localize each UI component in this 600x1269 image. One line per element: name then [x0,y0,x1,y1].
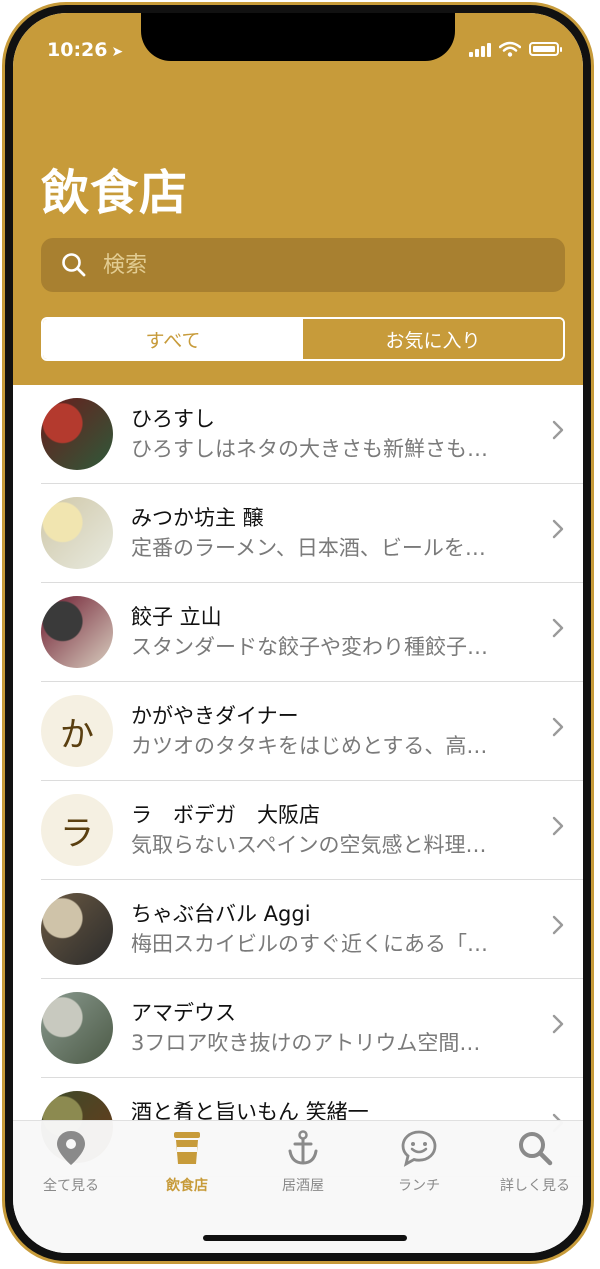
restaurant-name: アマデウス [131,1001,236,1025]
chevron-right-icon [552,420,564,440]
tab-lunch-label: ランチ [398,1178,440,1194]
tab-lunch[interactable]: ランチ [361,1129,477,1195]
header: 10:26 ➤ 飲食店 検索 すべて お気に入り [13,13,583,385]
list-item[interactable]: みつか坊主 醸定番のラーメン、日本酒、ビールを… [41,484,583,583]
tab-all-label: 全て見る [43,1178,99,1194]
wifi-icon [499,41,521,57]
segment-favorites[interactable]: お気に入り [303,319,563,359]
page-title: 飲食店 [41,165,189,221]
battery-icon [529,42,562,56]
search-icon [62,253,86,277]
search-icon [519,1132,553,1166]
avatar [41,893,113,965]
restaurant-name: みつか坊主 醸 [131,506,264,530]
avatar [41,398,113,470]
restaurant-description: スタンダードな餃子や変わり種餃子… [131,635,488,659]
avatar [41,992,113,1064]
restaurant-name: かがやきダイナー [131,704,299,728]
list-item[interactable]: ララ ボデガ 大阪店気取らないスペインの空気感と料理… [41,781,583,880]
list-item[interactable]: 餃子 立山スタンダードな餃子や変わり種餃子… [41,583,583,682]
search-bar[interactable] [41,238,565,292]
chevron-right-icon [552,915,564,935]
restaurant-description: 梅田スカイビルのすぐ近くにある「… [131,932,488,956]
avatar: ラ [41,794,113,866]
phone-frame: 10:26 ➤ 飲食店 検索 すべて お気に入り ひろすし ひろすしはネタの大き… [2,2,594,1264]
restaurant-name: 餃子 立山 [131,605,222,629]
signal-icon [469,41,491,57]
tab-restaurants[interactable]: 飲食店 [129,1129,245,1195]
avatar [41,497,113,569]
segment-all[interactable]: すべて [43,319,303,359]
restaurant-name: ちゃぶ台バル Aggi [131,902,311,926]
restaurant-description: 定番のラーメン、日本酒、ビールを… [131,536,486,560]
chevron-right-icon [552,717,564,737]
cup-icon [174,1132,200,1164]
status-icons [469,41,562,57]
avatar: か [41,695,113,767]
status-time: 10:26 ➤ [47,39,123,61]
restaurant-list: ひろすし ひろすしはネタの大きさも新鮮さも… みつか坊主 醸定番のラーメン、日本酒、… [13,385,583,1177]
list-item[interactable]: ちゃぶ台バル Aggi 梅田スカイビルのすぐ近くにある「… [41,880,583,979]
notch [141,13,455,61]
tab-bar: 全て見る 飲食店 居酒屋 ランチ 詳しく見る [13,1120,583,1253]
search-input[interactable] [101,251,525,279]
location-arrow-icon: ➤ [111,44,124,60]
screen: 10:26 ➤ 飲食店 検索 すべて お気に入り ひろすし ひろすしはネタの大き… [13,13,583,1253]
restaurant-name: ひろすし [131,407,215,431]
restaurant-description: 3フロア吹き抜けのアトリウム空間… [131,1031,481,1055]
map-pin-icon [57,1131,85,1165]
tab-all[interactable]: 全て見る [13,1129,129,1195]
chevron-right-icon [552,618,564,638]
chat-bubble-icon [401,1130,437,1167]
list-item[interactable]: アマデウス 3フロア吹き抜けのアトリウム空間… [41,979,583,1078]
tab-restaurants-label: 飲食店 [166,1178,208,1194]
chevron-right-icon [552,1014,564,1034]
segmented-control: すべて お気に入り [41,317,565,361]
tab-izakaya[interactable]: 居酒屋 [245,1129,361,1195]
restaurant-description: ひろすしはネタの大きさも新鮮さも… [131,437,488,461]
list-item[interactable]: かかがやきダイナーカツオのタタキをはじめとする、高… [41,682,583,781]
anchor-icon [288,1130,318,1165]
tab-izakaya-label: 居酒屋 [282,1178,324,1194]
restaurant-description: 気取らないスペインの空気感と料理… [131,833,487,857]
tab-details[interactable]: 詳しく見る [477,1129,583,1195]
chevron-right-icon [552,816,564,836]
chevron-right-icon [552,519,564,539]
home-indicator [203,1235,407,1241]
tab-details-label: 詳しく見る [500,1178,570,1194]
status-time-text: 10:26 [47,39,108,61]
list-item[interactable]: ひろすしひろすしはネタの大きさも新鮮さも… [41,385,583,484]
avatar [41,596,113,668]
restaurant-description: カツオのタタキをはじめとする、高… [131,734,488,758]
restaurant-name: ラ ボデガ 大阪店 [131,803,320,827]
